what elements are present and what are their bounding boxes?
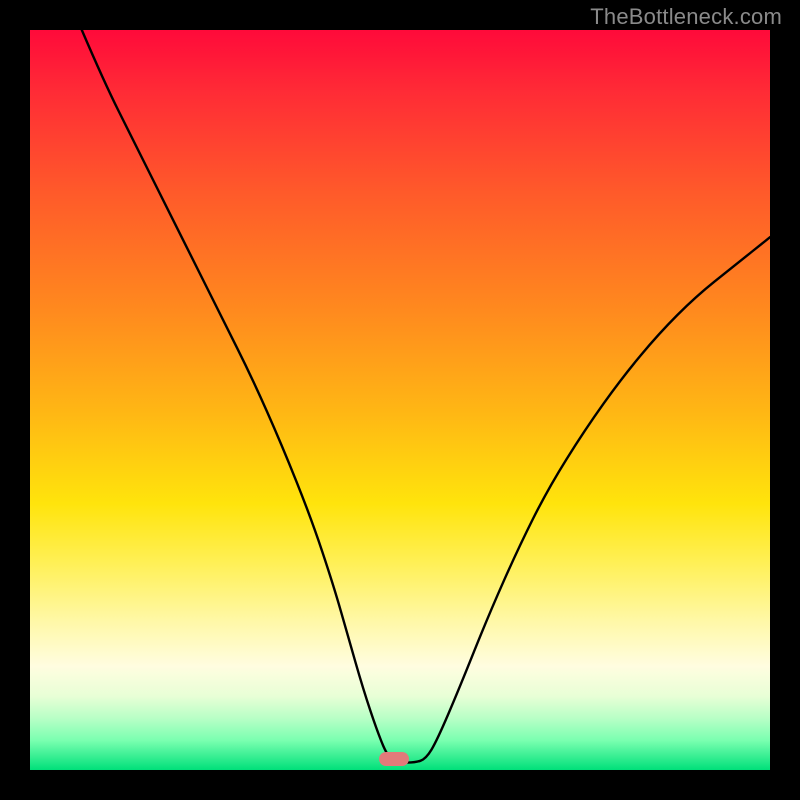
chart-frame: TheBottleneck.com (0, 0, 800, 800)
watermark-text: TheBottleneck.com (590, 4, 782, 30)
bottleneck-curve (30, 30, 770, 770)
plot-area (30, 30, 770, 770)
optimal-marker (379, 752, 409, 766)
